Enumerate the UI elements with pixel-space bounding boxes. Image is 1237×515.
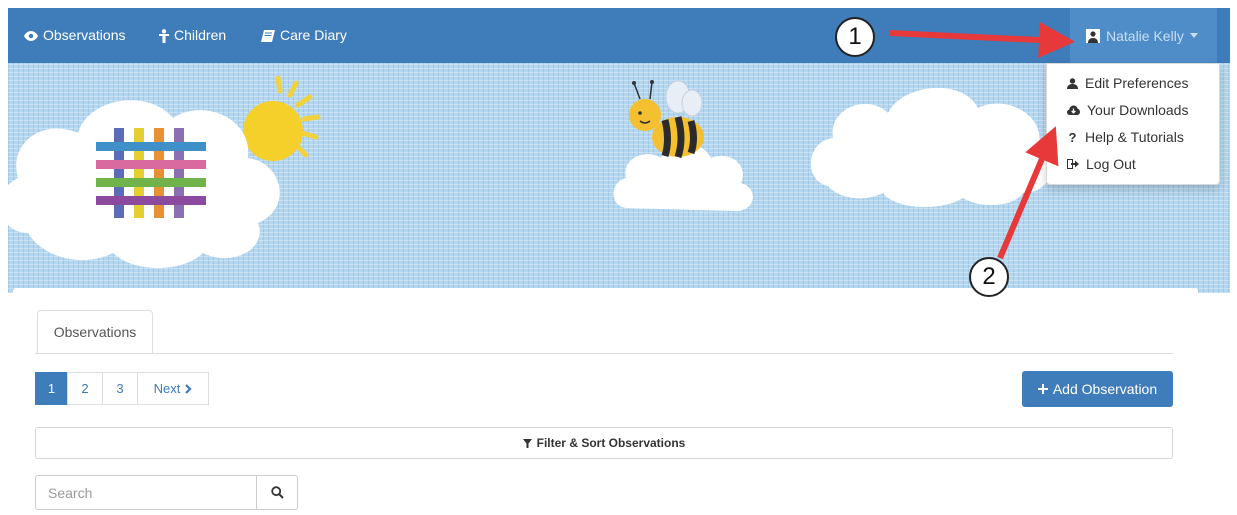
page-1-label: 1 (47, 381, 56, 396)
page-3-button[interactable]: 3 (102, 372, 138, 405)
menu-log-out[interactable]: Log Out (1047, 151, 1219, 177)
add-observation-label: Add Observation (1052, 381, 1158, 397)
search-button[interactable] (256, 475, 298, 510)
nav-care-diary[interactable]: Care Diary (261, 8, 347, 63)
annotation-2: 2 (969, 257, 1009, 297)
child-icon (159, 28, 169, 43)
user-avatar-icon (1086, 28, 1100, 43)
menu-your-downloads[interactable]: Your Downloads (1047, 97, 1219, 123)
logo-weave-icon (96, 128, 206, 218)
tab-observations-label: Observations (53, 324, 137, 340)
menu-edit-preferences[interactable]: Edit Preferences (1047, 70, 1219, 96)
chevron-right-icon (185, 383, 192, 394)
page-3-label: 3 (116, 381, 124, 396)
tab-divider (35, 353, 1173, 354)
filter-sort-label: Filter & Sort Observations (536, 436, 686, 450)
tab-observations[interactable]: Observations (37, 310, 153, 353)
menu-log-out-label: Log Out (1086, 156, 1136, 172)
menu-edit-preferences-label: Edit Preferences (1085, 75, 1189, 91)
app-window: Observations Children Care Diary Natalie… (0, 0, 1237, 515)
top-navbar: Observations Children Care Diary Natalie… (8, 8, 1230, 63)
user-menu-toggle[interactable]: Natalie Kelly (1070, 8, 1217, 63)
eye-icon (24, 30, 38, 41)
nav-observations-label: Observations (43, 27, 126, 43)
page-2-button[interactable]: 2 (67, 372, 103, 405)
annotation-2-label: 2 (982, 263, 996, 290)
page-1-button[interactable]: 1 (35, 372, 68, 405)
nav-care-diary-label: Care Diary (280, 27, 347, 43)
question-icon: ? (1068, 129, 1077, 145)
annotation-1-label: 1 (848, 23, 862, 50)
bell-icon[interactable] (1040, 27, 1054, 42)
menu-help-tutorials-label: Help & Tutorials (1085, 129, 1184, 145)
next-page-button[interactable]: Next (137, 372, 209, 405)
add-observation-button[interactable]: Add Observation (1022, 371, 1173, 407)
user-icon (1067, 77, 1078, 89)
filter-icon (522, 438, 532, 448)
user-dropdown-menu: Edit Preferences Your Downloads ? Help &… (1046, 63, 1220, 185)
nav-children-label: Children (174, 27, 227, 43)
search-input[interactable] (35, 475, 257, 510)
book-icon (261, 29, 275, 42)
annotation-1: 1 (835, 17, 875, 57)
plus-icon (1037, 384, 1048, 394)
user-name: Natalie Kelly (1106, 27, 1184, 44)
cloud-right-illustration (810, 87, 1053, 208)
caret-down-icon (1189, 33, 1198, 38)
menu-your-downloads-label: Your Downloads (1087, 102, 1189, 118)
page-2-label: 2 (81, 381, 89, 396)
nav-children[interactable]: Children (159, 8, 226, 63)
cloud-download-icon (1067, 105, 1080, 115)
next-page-label: Next (153, 381, 181, 396)
bee-illustration (629, 80, 704, 159)
nav-observations[interactable]: Observations (24, 8, 125, 63)
filter-sort-toggle[interactable]: Filter & Sort Observations (35, 427, 1173, 459)
menu-help-tutorials[interactable]: ? Help & Tutorials (1047, 124, 1219, 150)
search-icon (270, 486, 284, 499)
logout-icon (1067, 159, 1079, 169)
